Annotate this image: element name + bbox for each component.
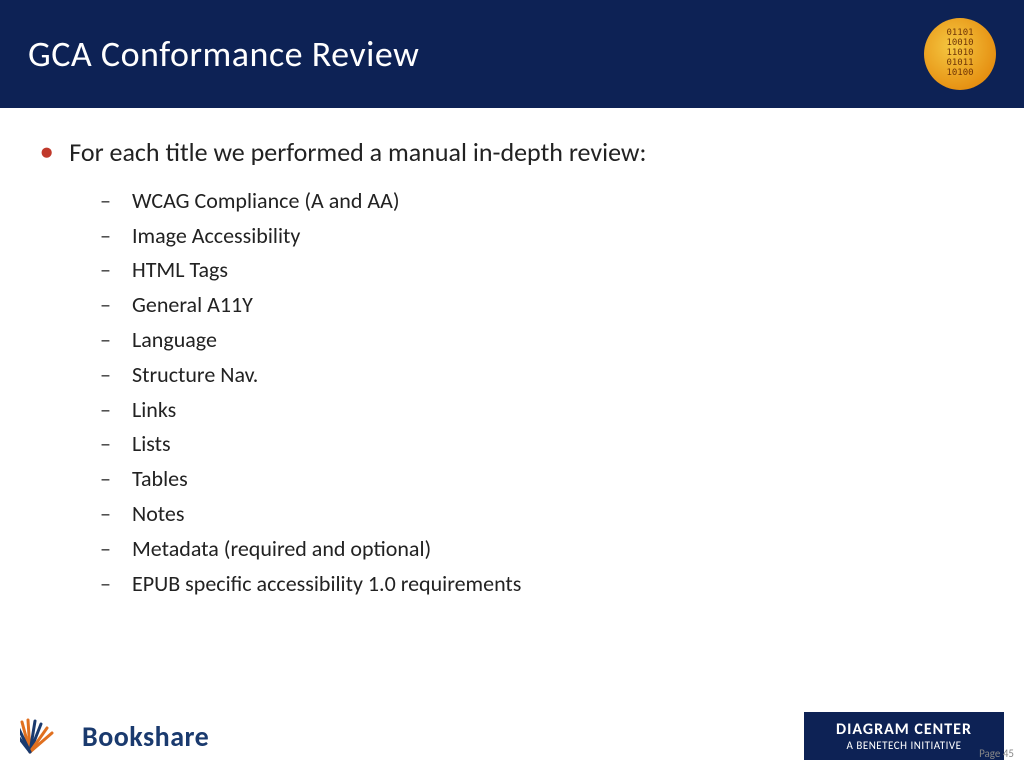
main-bullet-text: For each title we performed a manual in-… [69,136,646,170]
slide-footer: Bookshare DIAGRAM CENTER A BENETECH INIT… [0,704,1024,768]
list-item: –EPUB specific accessibility 1.0 require… [100,569,984,600]
page-number: Page 45 [979,747,1014,760]
sub-dash-icon: – [100,361,118,388]
sub-dash-icon: – [100,256,118,283]
logo-icon: 0110110010110100101110100 [924,18,996,90]
list-item: –WCAG Compliance (A and AA) [100,186,984,217]
bullet-dot-icon: ● [40,138,53,165]
list-item: –HTML Tags [100,255,984,286]
list-item: –Language [100,325,984,356]
sub-dash-icon: – [100,396,118,423]
main-bullet-item: ● For each title we performed a manual i… [40,136,984,170]
sub-dash-icon: – [100,222,118,249]
list-item: –Image Accessibility [100,221,984,252]
sub-item-text: Language [132,325,217,356]
sub-dash-icon: – [100,570,118,597]
diagram-center-subtitle: A BENETECH INITIATIVE [820,739,988,752]
sub-dash-icon: – [100,535,118,562]
sub-item-text: Metadata (required and optional) [132,534,431,565]
sub-item-text: HTML Tags [132,255,228,286]
list-item: –Notes [100,499,984,530]
diagram-center-title: DIAGRAM CENTER [820,720,988,739]
list-item: –Structure Nav. [100,360,984,391]
sub-dash-icon: – [100,430,118,457]
sub-item-text: Notes [132,499,185,530]
slide-header: GCA Conformance Review 01101100101101001… [0,0,1024,108]
sub-item-text: Image Accessibility [132,221,300,252]
bookshare-icon [20,714,72,758]
list-item: –General A11Y [100,290,984,321]
sub-dash-icon: – [100,187,118,214]
sub-dash-icon: – [100,326,118,353]
sub-item-text: Tables [132,464,188,495]
list-item: –Links [100,395,984,426]
sub-dash-icon: – [100,465,118,492]
sub-item-text: WCAG Compliance (A and AA) [132,186,400,217]
sub-item-text: General A11Y [132,290,253,321]
bookshare-name: Bookshare [82,719,209,754]
sub-dash-icon: – [100,500,118,527]
diagram-center-box: DIAGRAM CENTER A BENETECH INITIATIVE [804,712,1004,760]
list-item: –Metadata (required and optional) [100,534,984,565]
sub-dash-icon: – [100,291,118,318]
list-item: –Tables [100,464,984,495]
sub-item-text: Structure Nav. [132,360,258,391]
slide: GCA Conformance Review 01101100101101001… [0,0,1024,768]
bookshare-logo: Bookshare [20,714,209,758]
sub-item-text: Links [132,395,176,426]
slide-content: ● For each title we performed a manual i… [0,108,1024,704]
list-item: –Lists [100,429,984,460]
sub-item-text: EPUB specific accessibility 1.0 requirem… [132,569,521,600]
slide-title: GCA Conformance Review [28,32,419,76]
sub-item-text: Lists [132,429,171,460]
sub-items-list: –WCAG Compliance (A and AA)–Image Access… [100,186,984,604]
